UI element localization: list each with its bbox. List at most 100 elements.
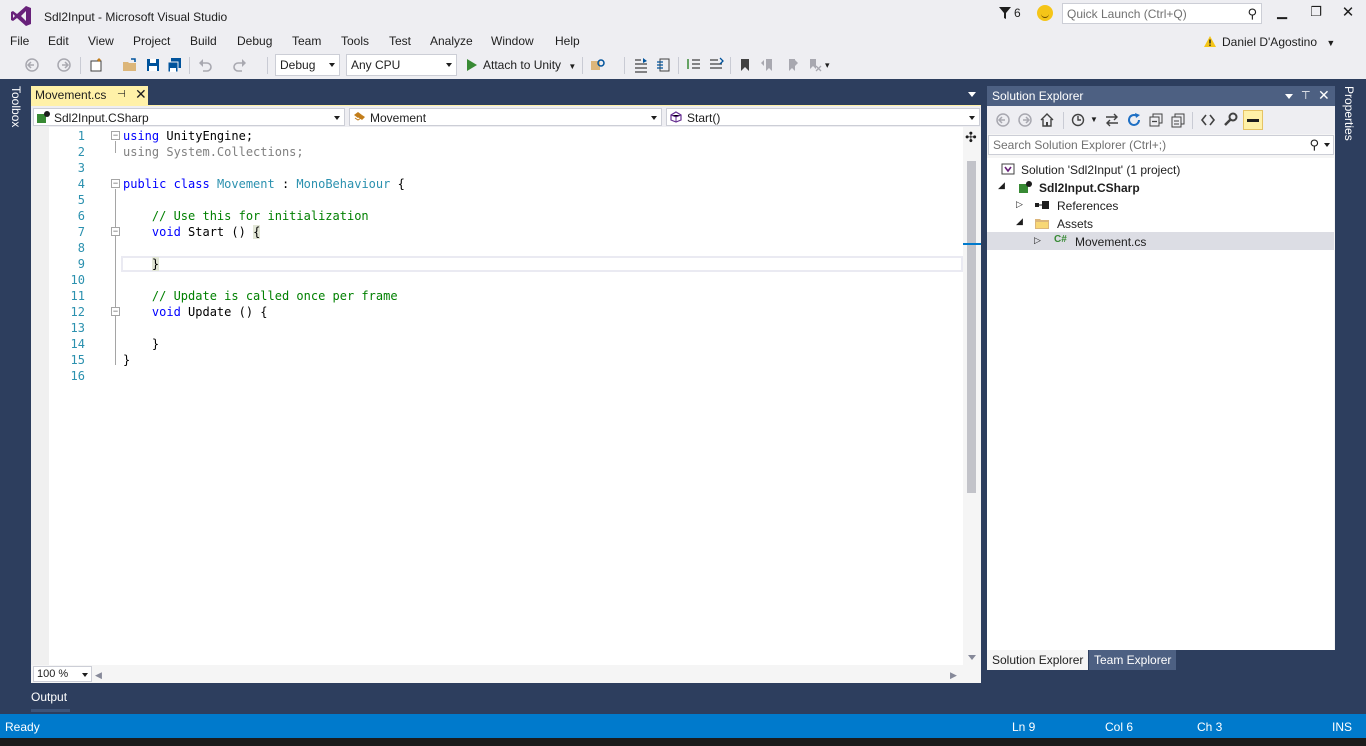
tree-item-project[interactable]: ◢ Sdl2Input.CSharp: [987, 178, 1334, 196]
scroll-right-icon[interactable]: ▶: [950, 670, 957, 681]
search-icon[interactable]: ⚲: [1247, 6, 1257, 22]
scrollbar-thumb[interactable]: [967, 161, 976, 493]
previous-bookmark-icon[interactable]: [760, 57, 776, 73]
chevron-down-icon: ▼: [1326, 38, 1336, 48]
comment-lines-icon[interactable]: [686, 57, 702, 73]
menu-team[interactable]: Team: [292, 34, 321, 48]
properties-wrench-icon[interactable]: [1222, 112, 1238, 128]
find-in-files-icon[interactable]: [590, 57, 606, 73]
collapse-region-icon[interactable]: −: [111, 227, 120, 236]
uncomment-lines-icon[interactable]: [708, 57, 724, 73]
menu-project[interactable]: Project: [133, 34, 170, 48]
forward-icon[interactable]: [56, 57, 72, 73]
editor-vertical-scrollbar[interactable]: [963, 127, 981, 665]
forward-icon[interactable]: [1017, 112, 1033, 128]
attach-to-unity-button[interactable]: Attach to Unity ▼: [463, 54, 578, 76]
collapsed-arrow-icon[interactable]: ▷: [1034, 235, 1041, 246]
refresh-icon[interactable]: [1126, 112, 1142, 128]
zoom-select[interactable]: 100 %: [33, 666, 92, 682]
step-over-icon[interactable]: [655, 57, 671, 73]
menu-tools[interactable]: Tools: [341, 34, 369, 48]
close-button[interactable]: ✕: [1336, 3, 1360, 23]
maximize-button[interactable]: ❐: [1304, 4, 1328, 24]
tab-team-explorer[interactable]: Team Explorer: [1089, 650, 1177, 670]
play-icon: [467, 59, 477, 71]
tree-item-solution[interactable]: Solution 'Sdl2Input' (1 project): [987, 160, 1334, 178]
solution-platform-select[interactable]: Any CPU: [346, 54, 457, 76]
save-all-icon[interactable]: [167, 57, 183, 73]
sync-with-active-document-icon[interactable]: [1104, 112, 1120, 128]
show-all-files-icon[interactable]: [1170, 112, 1186, 128]
back-icon[interactable]: [995, 112, 1011, 128]
home-icon[interactable]: [1039, 112, 1055, 128]
menu-debug[interactable]: Debug: [237, 34, 272, 48]
preview-selected-items-button[interactable]: [1243, 110, 1263, 130]
solution-explorer-bottom-tabs: Solution Explorer Team Explorer: [987, 650, 1335, 674]
search-icon[interactable]: ⚲: [1309, 137, 1319, 153]
notification-filter-icon[interactable]: [998, 6, 1012, 20]
tab-solution-explorer[interactable]: Solution Explorer: [987, 650, 1089, 670]
close-icon[interactable]: ✕: [135, 86, 147, 103]
menu-edit[interactable]: Edit: [48, 34, 69, 48]
tree-item-movement-cs[interactable]: ▷ C# Movement.cs: [987, 232, 1334, 250]
chevron-down-icon[interactable]: ▼: [1090, 115, 1098, 124]
quick-launch-input[interactable]: Quick Launch (Ctrl+Q) ⚲: [1062, 3, 1262, 24]
open-file-icon[interactable]: [122, 57, 138, 73]
chevron-down-icon[interactable]: [1324, 143, 1330, 147]
clear-bookmarks-icon[interactable]: [806, 57, 822, 73]
type-select[interactable]: Movement: [349, 108, 662, 126]
toolbox-tab[interactable]: Toolbox: [9, 86, 23, 127]
tree-item-assets[interactable]: ◢ Assets: [987, 214, 1334, 232]
save-icon[interactable]: [145, 57, 161, 73]
solution-explorer-search-input[interactable]: Search Solution Explorer (Ctrl+;) ⚲: [988, 135, 1334, 155]
menu-file[interactable]: File: [10, 34, 29, 48]
solution-configuration-select[interactable]: Debug: [275, 54, 340, 76]
code-text[interactable]: using UnityEngine; using System.Collectio…: [123, 128, 405, 384]
menu-analyze[interactable]: Analyze: [430, 34, 473, 48]
new-project-icon[interactable]: [88, 57, 104, 73]
indicator-margin[interactable]: [31, 127, 49, 665]
project-select[interactable]: Sdl2Input.CSharp: [33, 108, 345, 126]
tab-dropdown-icon[interactable]: [968, 92, 976, 97]
step-into-icon[interactable]: [633, 57, 649, 73]
pin-icon[interactable]: ⊤: [1301, 89, 1311, 102]
close-icon[interactable]: ✕: [1318, 87, 1330, 104]
tab-movement-cs[interactable]: Movement.cs ⊣ ✕: [31, 86, 148, 105]
properties-tab[interactable]: Properties: [1342, 86, 1356, 141]
collapse-region-icon[interactable]: −: [111, 307, 120, 316]
menu-window[interactable]: Window: [491, 34, 534, 48]
menu-test[interactable]: Test: [389, 34, 411, 48]
expanded-arrow-icon[interactable]: ◢: [1016, 216, 1023, 227]
view-code-icon[interactable]: [1200, 112, 1216, 128]
code-editor[interactable]: 1 2 3 4 5 6 7 8 9 10 11 12 13 14 15 16 −…: [31, 127, 981, 665]
toolbar-overflow-icon[interactable]: ▾: [825, 60, 830, 71]
menu-view[interactable]: View: [88, 34, 114, 48]
minimize-button[interactable]: ▁: [1270, 4, 1294, 24]
window-position-icon[interactable]: [1285, 94, 1293, 99]
split-window-icon[interactable]: ✣: [965, 129, 977, 146]
expanded-arrow-icon[interactable]: ◢: [998, 180, 1005, 191]
user-account-menu[interactable]: Daniel D'Agostino ▼: [1202, 35, 1335, 49]
undo-icon[interactable]: [197, 57, 213, 73]
feedback-smiley-icon[interactable]: [1037, 5, 1053, 21]
collapsed-arrow-icon[interactable]: ▷: [1016, 199, 1023, 210]
tree-item-references[interactable]: ▷ References: [987, 196, 1334, 214]
scroll-down-icon[interactable]: [968, 655, 976, 660]
collapse-region-icon[interactable]: −: [111, 131, 120, 140]
output-tab[interactable]: Output: [31, 690, 67, 704]
collapse-all-icon[interactable]: [1148, 112, 1164, 128]
collapse-region-icon[interactable]: −: [111, 179, 120, 188]
next-bookmark-icon[interactable]: [783, 57, 799, 73]
notification-count[interactable]: 6: [1014, 6, 1021, 20]
redo-icon[interactable]: [232, 57, 248, 73]
menu-build[interactable]: Build: [190, 34, 217, 48]
chevron-down-icon: [334, 116, 340, 120]
menu-help[interactable]: Help: [555, 34, 580, 48]
bookmark-icon[interactable]: [737, 57, 753, 73]
member-select[interactable]: Start(): [666, 108, 980, 126]
pin-icon[interactable]: ⊣: [117, 89, 126, 100]
pending-changes-filter-icon[interactable]: [1070, 112, 1086, 128]
scroll-left-icon[interactable]: ◀: [95, 670, 102, 681]
back-icon[interactable]: [24, 57, 40, 73]
chevron-down-icon: [651, 116, 657, 120]
